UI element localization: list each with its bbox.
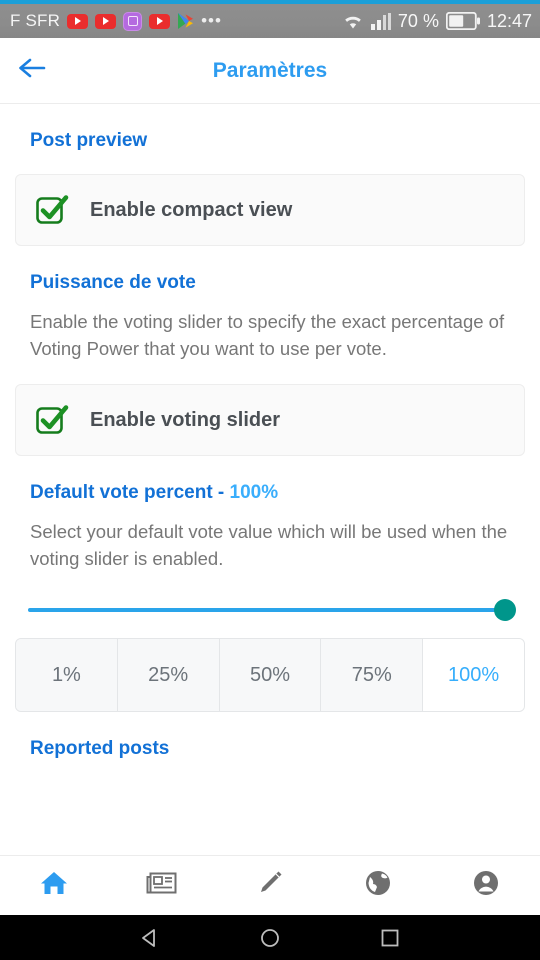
android-home-button[interactable] (258, 926, 282, 950)
slider-track (28, 608, 512, 612)
section-title-reported-posts: Reported posts (30, 738, 170, 759)
clock-label: 12:47 (486, 10, 532, 31)
nav-item-explore[interactable] (324, 856, 432, 916)
android-recents-button[interactable] (378, 926, 402, 950)
settings-scroll-area[interactable]: Post preview Enable compact view Puissan… (0, 104, 540, 855)
setting-row-compact-view[interactable]: Enable compact view (15, 174, 525, 246)
wifi-icon (342, 13, 364, 30)
app-bar: Paramètres (0, 38, 540, 104)
page-title: Paramètres (212, 58, 328, 82)
preset-button-75[interactable]: 75% (321, 639, 424, 711)
android-navigation-bar (0, 915, 540, 960)
default-vote-percent-label: Default vote percent - (30, 482, 230, 503)
vote-percent-presets: 1% 25% 50% 75% 100% (15, 638, 525, 712)
setting-label-compact-view: Enable compact view (90, 198, 293, 221)
checkbox-checked-icon[interactable] (34, 402, 70, 438)
slider-thumb[interactable] (494, 599, 516, 621)
signal-bars-icon (370, 12, 391, 30)
bottom-navigation (0, 855, 540, 915)
nav-item-news[interactable] (108, 856, 216, 916)
phone-screen: F SFR ••• 70 % 12:47 Paramètres Post pre… (0, 0, 540, 960)
setting-row-voting-slider[interactable]: Enable voting slider (15, 384, 525, 456)
youtube-icon (67, 13, 89, 29)
section-title-voting-power: Puissance de vote (30, 272, 196, 293)
preset-button-1[interactable]: 1% (16, 639, 118, 711)
description-default-vote-percent: Select your default vote value which wil… (30, 521, 508, 569)
preset-button-100[interactable]: 100% (423, 639, 524, 711)
android-back-button[interactable] (138, 926, 162, 950)
nav-item-home[interactable] (0, 856, 108, 916)
section-title-post-preview: Post preview (30, 130, 148, 151)
status-bar-left: F SFR ••• (10, 11, 342, 31)
account-icon (471, 868, 501, 903)
status-bar-right: 70 % 12:47 (342, 11, 532, 32)
back-button[interactable] (0, 38, 64, 104)
preset-button-50[interactable]: 50% (219, 639, 322, 711)
pencil-icon (256, 869, 284, 902)
carrier-label: F SFR (10, 11, 61, 30)
checkbox-checked-icon[interactable] (34, 192, 70, 228)
overflow-dots-icon: ••• (201, 11, 222, 30)
section-title-default-vote-percent: Default vote percent - 100% (0, 456, 540, 504)
preset-button-25[interactable]: 25% (117, 639, 220, 711)
battery-percent-label: 70 % (397, 10, 439, 31)
play-store-icon (177, 12, 194, 30)
home-icon (39, 869, 69, 902)
back-arrow-icon (17, 56, 47, 85)
news-icon (146, 870, 178, 901)
globe-icon (363, 868, 393, 903)
battery-icon (445, 11, 480, 31)
nav-item-account[interactable] (432, 856, 540, 916)
vote-percent-slider[interactable] (28, 596, 516, 624)
youtube-icon (149, 13, 171, 29)
gallery-icon (123, 11, 143, 31)
status-bar: F SFR ••• 70 % 12:47 (0, 4, 540, 38)
description-voting-power: Enable the voting slider to specify the … (30, 311, 505, 359)
setting-label-voting-slider: Enable voting slider (90, 408, 281, 431)
default-vote-percent-value: 100% (229, 482, 279, 503)
youtube-icon (95, 13, 117, 29)
nav-item-compose[interactable] (216, 856, 324, 916)
